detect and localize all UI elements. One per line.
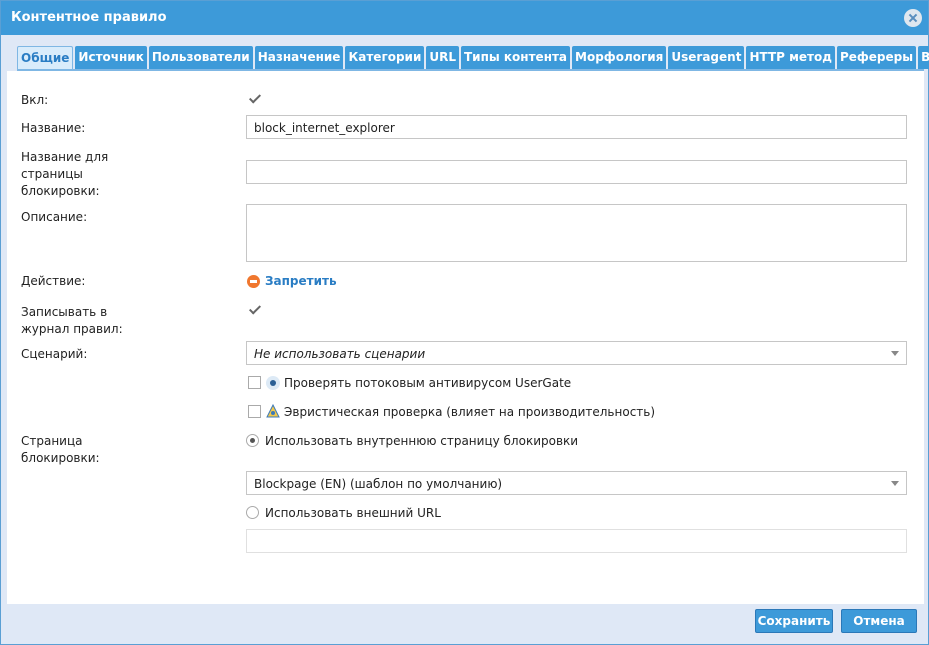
scenario-label: Сценарий: [21, 347, 88, 361]
deny-icon [247, 275, 260, 288]
tab-general[interactable]: Общие [17, 46, 74, 69]
name-input[interactable]: block_internet_explorer [246, 115, 907, 139]
block-page-name-label-line: блокировки: [21, 184, 100, 198]
template-select[interactable]: Blockpage (EN) (шаблон по умолчанию) [246, 471, 907, 495]
tab-referers[interactable]: Рефереры [836, 46, 917, 69]
antivirus-checkbox[interactable] [248, 376, 261, 389]
tabs: Общие Источник Пользователи Назначение К… [17, 46, 929, 70]
tab-url[interactable]: URL [426, 46, 459, 69]
internal-page-radio[interactable] [246, 434, 259, 447]
save-button[interactable]: Сохранить [755, 609, 833, 633]
tab-useragent[interactable]: Useragent [668, 46, 745, 69]
block-page-name-input[interactable] [246, 160, 907, 184]
block-page-name-label: Название для страницы блокировки: [21, 149, 108, 200]
action-label: Действие: [21, 274, 86, 288]
cancel-button[interactable]: Отмена [841, 609, 917, 633]
content-rule-dialog: Контентное правило Общие Источник Пользо… [0, 0, 929, 645]
dialog-title: Контентное правило [11, 10, 167, 25]
block-page-label: Страница блокировки: [21, 433, 100, 467]
external-url-label: Использовать внешний URL [265, 506, 441, 520]
log-label-line: Записывать в [21, 305, 108, 319]
description-label: Описание: [21, 210, 88, 224]
external-url-radio[interactable] [246, 506, 259, 519]
log-label-line: журнал правил: [21, 322, 123, 336]
enabled-label: Вкл: [21, 93, 49, 107]
name-value: block_internet_explorer [254, 121, 395, 135]
tab-content-types[interactable]: Типы контента [461, 46, 571, 69]
dialog-titlebar[interactable]: Контентное правило [1, 1, 928, 35]
antivirus-label: Проверять потоковым антивирусом UserGate [284, 376, 572, 390]
block-page-name-label-line: страницы [21, 167, 83, 181]
tab-destination[interactable]: Назначение [254, 46, 344, 69]
tab-source[interactable]: Источник [75, 46, 147, 69]
general-panel: Вкл: Название: block_internet_explorer Н… [7, 71, 924, 604]
heuristic-checkbox[interactable] [248, 405, 261, 418]
external-url-input[interactable] [246, 529, 907, 553]
scenario-value: Не использовать сценарии [254, 347, 426, 361]
antivirus-icon [266, 376, 280, 390]
heuristic-icon [266, 404, 280, 418]
heuristic-label: Эвристическая проверка (влияет на произв… [284, 405, 656, 419]
block-page-label-line: блокировки: [21, 451, 100, 465]
template-value: Blockpage (EN) (шаблон по умолчанию) [254, 477, 503, 491]
close-icon[interactable] [904, 9, 922, 27]
internal-page-label: Использовать внутреннюю страницу блокиро… [265, 434, 579, 448]
action-link[interactable]: Запретить [265, 274, 337, 288]
enabled-checkbox[interactable] [248, 92, 261, 105]
log-label: Записывать в журнал правил: [21, 304, 123, 338]
tab-categories[interactable]: Категории [345, 46, 425, 69]
dialog-footer: Сохранить Отмена [7, 604, 924, 640]
log-checkbox[interactable] [248, 303, 261, 316]
block-page-name-label-line: Название для [21, 150, 109, 164]
tab-morphology[interactable]: Морфология [572, 46, 667, 69]
chevron-down-icon[interactable] [891, 481, 899, 486]
tab-http-method[interactable]: HTTP метод [746, 46, 835, 69]
chevron-down-icon[interactable] [891, 351, 899, 356]
block-page-label-line: Страница [21, 434, 83, 448]
tab-users[interactable]: Пользователи [148, 46, 253, 69]
scenario-select[interactable]: Не использовать сценарии [246, 341, 907, 365]
tab-time[interactable]: Время [918, 46, 929, 69]
tab-bar: Общие Источник Пользователи Назначение К… [7, 35, 929, 71]
name-label: Название: [21, 121, 86, 135]
description-textarea[interactable] [246, 204, 907, 262]
